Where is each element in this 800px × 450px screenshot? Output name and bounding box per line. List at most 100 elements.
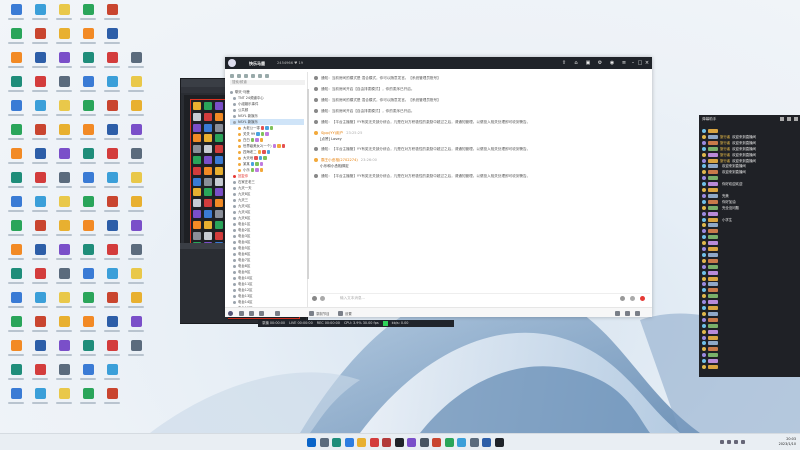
video-icon[interactable] <box>259 311 264 316</box>
sender-name[interactable]: Sjpp(YY)用户 <box>321 131 343 135</box>
desktop-app-icon[interactable] <box>5 316 27 338</box>
desktop-app-icon[interactable] <box>77 340 99 362</box>
desktop-app-icon[interactable] <box>77 148 99 170</box>
danmaku-user[interactable]: 旅行者 <box>720 159 730 163</box>
desktop-app-icon[interactable] <box>101 292 123 314</box>
app-icon[interactable] <box>482 438 491 447</box>
obs-scenes-panel[interactable] <box>180 243 228 323</box>
desktop-app-icon[interactable] <box>77 100 99 122</box>
desktop-app-icon[interactable] <box>77 244 99 266</box>
desktop-app-icon[interactable] <box>77 124 99 146</box>
chat-input-bar[interactable]: 输入文本消息... <box>310 293 650 303</box>
desktop-app-icon[interactable] <box>125 220 147 242</box>
desktop-app-icon[interactable] <box>53 364 75 386</box>
desktop-app-icon[interactable] <box>53 244 75 266</box>
sender-name[interactable]: 霸王小丞相(2702274) <box>321 158 358 162</box>
tool-icon[interactable] <box>237 74 241 78</box>
mic-toggle-icon[interactable] <box>249 311 254 316</box>
screen-icon[interactable] <box>275 311 280 316</box>
edge-icon[interactable] <box>344 438 354 447</box>
chevron-up-icon[interactable] <box>720 440 724 444</box>
app-icon[interactable] <box>382 438 391 447</box>
clock[interactable]: 20:03 2023/1/10 <box>779 437 796 447</box>
desktop-app-icon[interactable] <box>5 292 27 314</box>
record-label[interactable]: 录制节目 <box>316 311 330 316</box>
desktop-app-icon[interactable] <box>53 292 75 314</box>
desktop-app-icon[interactable] <box>53 268 75 290</box>
desktop-app-icon[interactable] <box>53 52 75 74</box>
desktop-app-icon[interactable] <box>77 76 99 98</box>
mic-icon[interactable] <box>640 296 645 301</box>
desktop-app-icon[interactable] <box>101 220 123 242</box>
search-icon[interactable] <box>319 438 329 447</box>
start-icon[interactable] <box>307 438 316 447</box>
desktop-app-icon[interactable] <box>5 52 27 74</box>
desktop-app-icon[interactable] <box>5 268 27 290</box>
close-icon[interactable] <box>794 117 798 121</box>
desktop-app-icon[interactable] <box>5 148 27 170</box>
desktop-app-icon[interactable] <box>5 196 27 218</box>
task-view-icon[interactable] <box>332 438 341 447</box>
pin-icon[interactable] <box>780 117 784 121</box>
desktop-app-icon[interactable] <box>29 172 51 194</box>
desktop-app-icon[interactable] <box>5 172 27 194</box>
app-icon[interactable] <box>444 438 454 447</box>
desktop-app-icon[interactable] <box>53 148 75 170</box>
channel-search-input[interactable]: 搜索/频道 <box>230 80 305 85</box>
app-icon[interactable] <box>407 438 416 447</box>
desktop-app-icon[interactable] <box>53 28 75 50</box>
desktop-app-icon[interactable] <box>53 316 75 338</box>
desktop-app-icon[interactable] <box>101 196 123 218</box>
desktop-app-icon[interactable] <box>101 340 123 362</box>
menu-icon[interactable]: ≡ <box>621 60 627 66</box>
desktop-app-icon[interactable] <box>101 76 123 98</box>
desktop-app-icon[interactable] <box>101 316 123 338</box>
send-icon[interactable] <box>620 296 625 301</box>
app-icon[interactable] <box>419 438 429 447</box>
desktop-app-icon[interactable] <box>125 244 147 266</box>
tree-scrollbar[interactable] <box>307 89 309 279</box>
desktop-app-icon[interactable] <box>101 148 123 170</box>
danmaku-user[interactable]: 旅行者 <box>720 153 730 157</box>
desktop-app-icon[interactable] <box>125 52 147 74</box>
channel-tree[interactable]: 聊天·马鹿 TNT 24频道中心 小组娱乐事件 公共频 NSYL 新娱乐 NSYL 新娱乐… <box>230 89 304 308</box>
panel-icon-2[interactable] <box>625 311 630 316</box>
desktop-app-icon[interactable] <box>77 4 99 26</box>
desktop-app-icon[interactable] <box>5 76 27 98</box>
app-icon[interactable] <box>432 438 441 447</box>
desktop-app-icon[interactable] <box>125 76 147 98</box>
volume-icon[interactable] <box>734 440 738 444</box>
desktop-app-icon[interactable] <box>101 4 123 26</box>
desktop-app-icon[interactable] <box>29 4 51 26</box>
bottom-toolbar[interactable]: 录制节目 设置 <box>225 307 652 317</box>
desktop-app-icon[interactable] <box>53 220 75 242</box>
desktop-app-icon[interactable] <box>5 364 27 386</box>
desktop-app-icon[interactable] <box>53 100 75 122</box>
settings-small-icon[interactable] <box>338 311 343 316</box>
desktop-app-icon[interactable] <box>101 124 123 146</box>
desktop-app-icon[interactable] <box>29 196 51 218</box>
desktop-app-icon[interactable] <box>29 100 51 122</box>
desktop-app-icon[interactable] <box>77 364 99 386</box>
desktop-app-icon[interactable] <box>29 124 51 146</box>
desktop-app-icon[interactable] <box>29 52 51 74</box>
tool-icon[interactable] <box>265 74 269 78</box>
app-icon[interactable] <box>469 438 479 447</box>
desktop-app-icon[interactable] <box>101 172 123 194</box>
explorer-icon[interactable] <box>357 438 366 447</box>
system-tray[interactable] <box>720 440 745 444</box>
desktop-app-icon[interactable] <box>125 196 147 218</box>
wifi-icon[interactable] <box>727 440 731 444</box>
desktop-app-icon[interactable] <box>77 52 99 74</box>
desktop-app-icon[interactable] <box>125 268 147 290</box>
desktop-app-icon[interactable] <box>5 124 27 146</box>
panel-icon[interactable] <box>615 311 620 316</box>
desktop-app-icon[interactable] <box>101 364 123 386</box>
desktop-app-icon[interactable] <box>53 388 75 410</box>
tree-toolbar[interactable] <box>228 72 307 80</box>
close-icon[interactable]: × <box>644 60 650 66</box>
avatar[interactable] <box>314 158 318 162</box>
danmaku-panel[interactable]: 弹幕助手 旅行者 欢迎来到直播间 旅行者 欢迎来到直播间 旅行者 欢迎来到直播间 旅行者 欢迎… <box>699 115 800 377</box>
steam-icon[interactable] <box>494 438 504 447</box>
desktop-app-icon[interactable] <box>101 268 123 290</box>
